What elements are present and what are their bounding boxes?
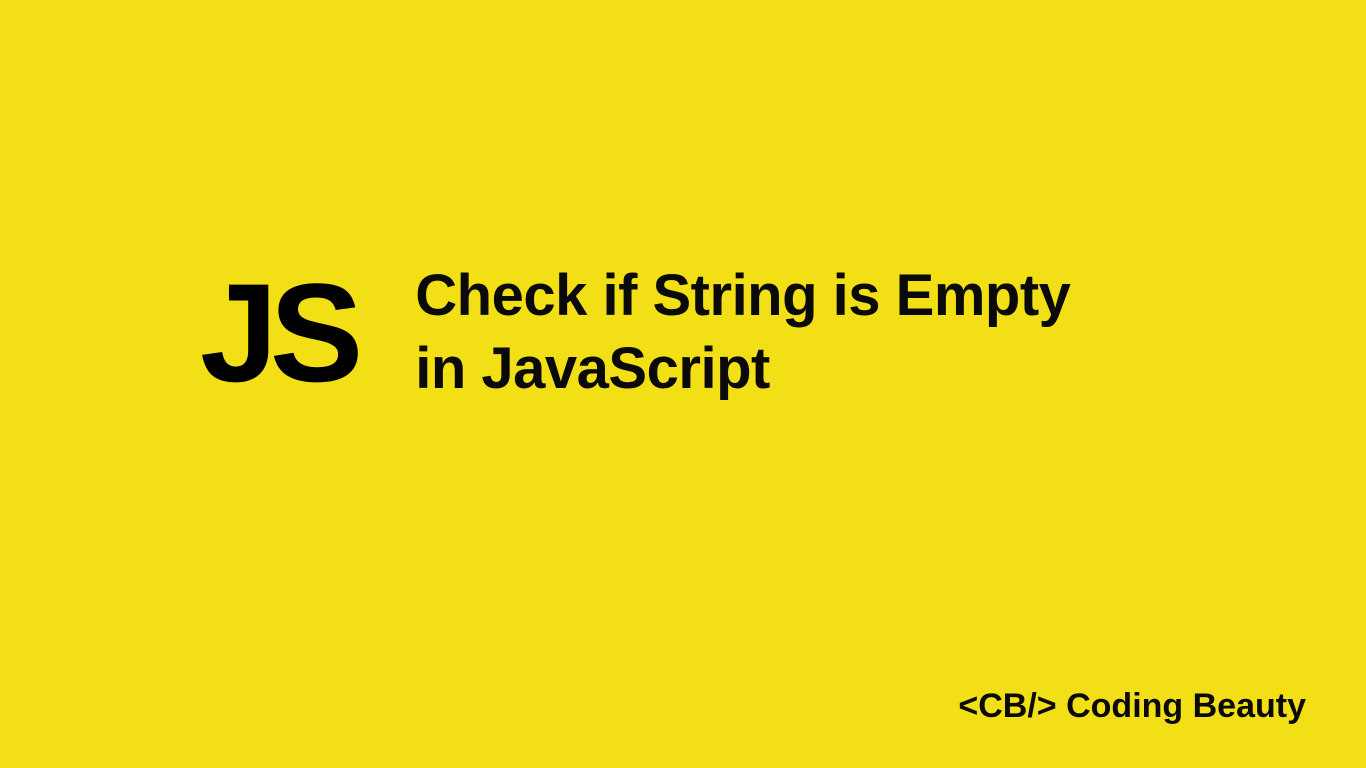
page-title: Check if String is Empty in JavaScript [415,260,1070,405]
js-logo: JS [200,263,355,403]
title-line-2: in JavaScript [415,336,770,401]
title-line-1: Check if String is Empty [415,263,1070,328]
brand-signature: <CB/> Coding Beauty [958,687,1306,726]
main-content: JS Check if String is Empty in JavaScrip… [200,260,1070,405]
js-logo-text: JS [200,254,355,411]
brand-text: <CB/> Coding Beauty [958,687,1306,725]
